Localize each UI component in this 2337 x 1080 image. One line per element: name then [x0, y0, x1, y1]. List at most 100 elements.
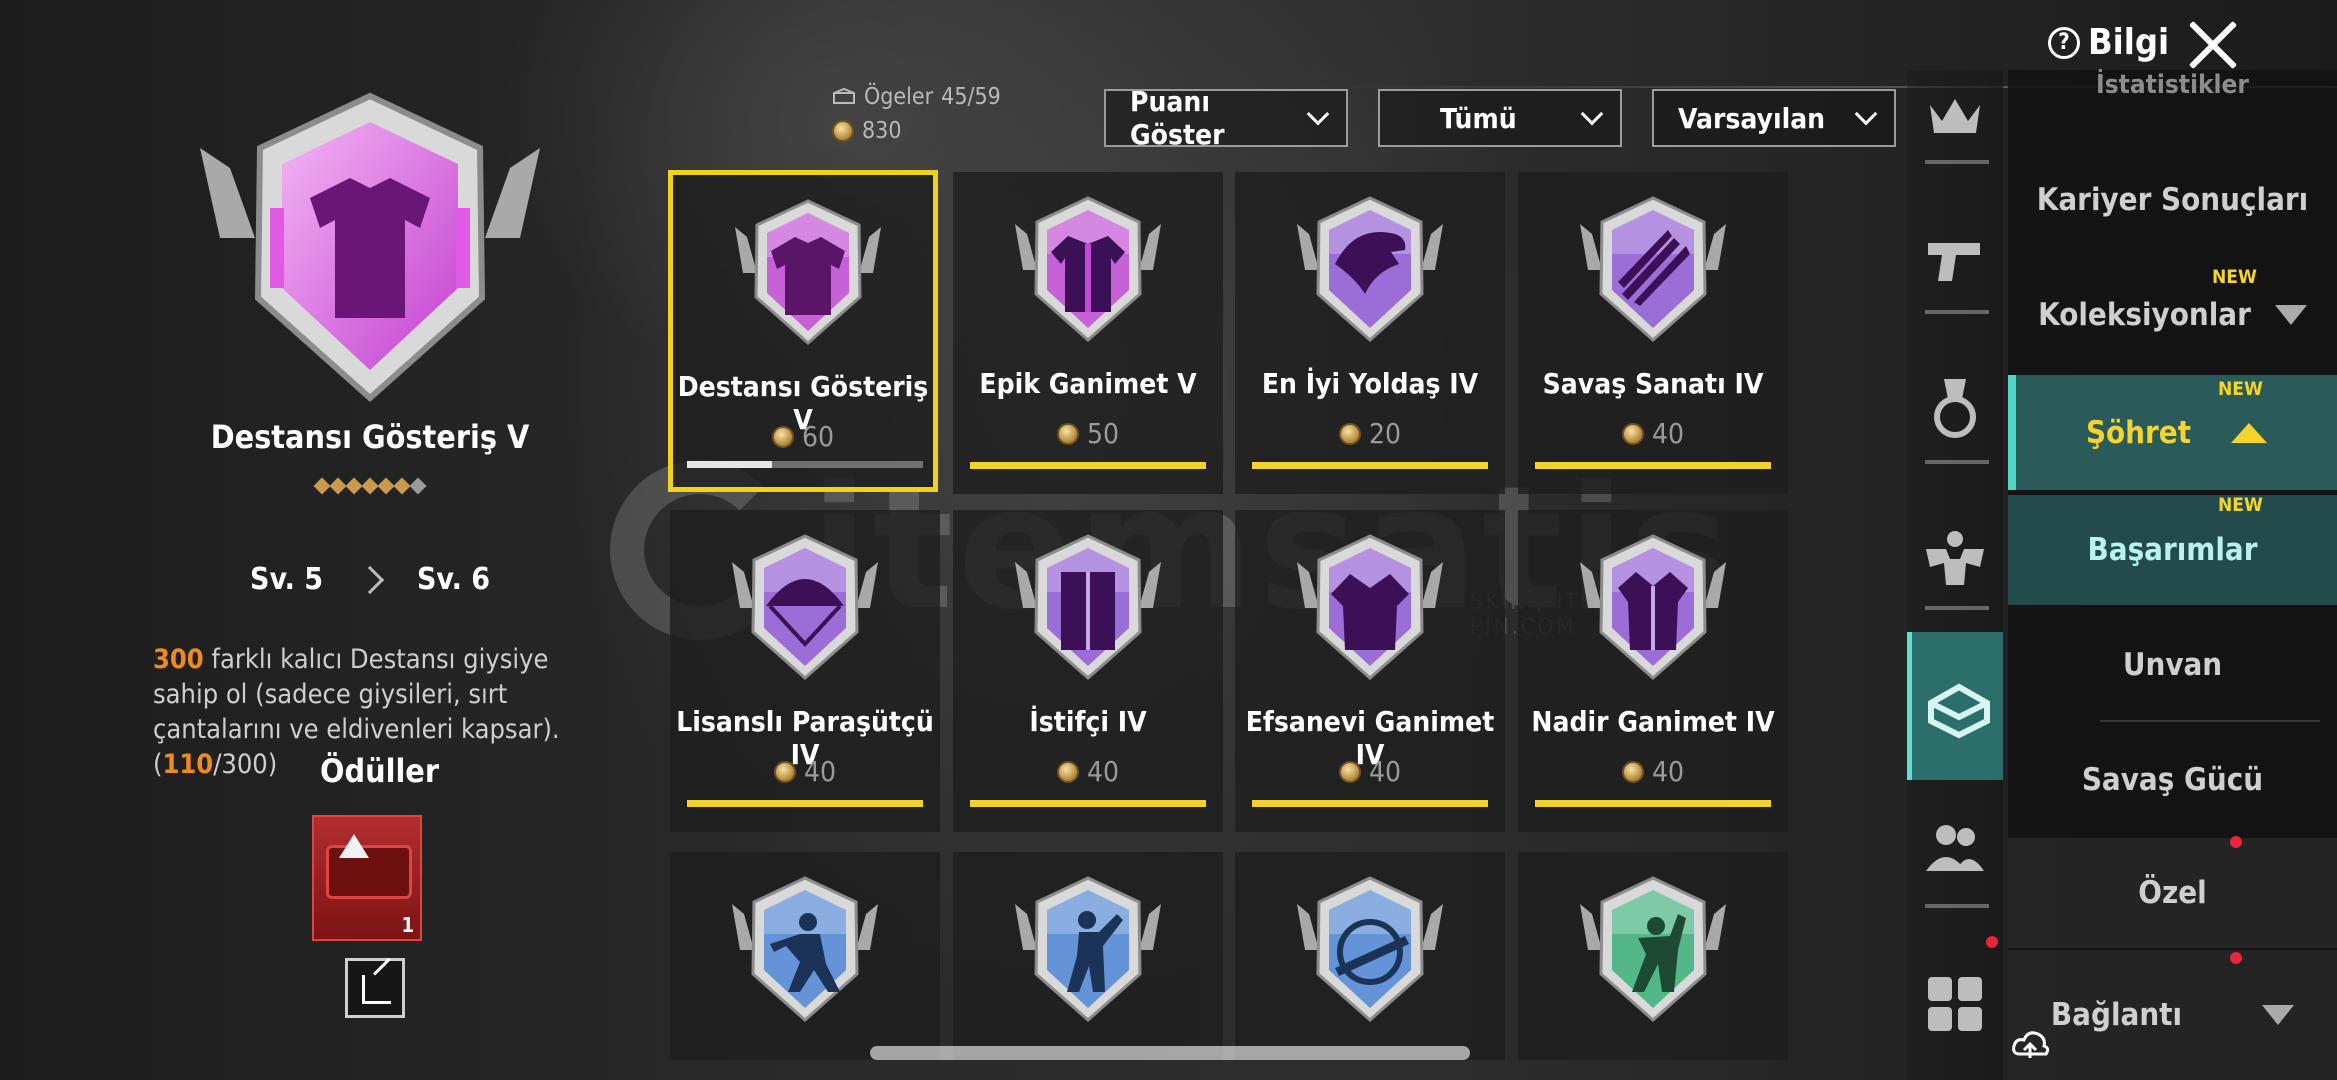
achievement-card[interactable]: Lisanslı Paraşütçü IV 40: [670, 510, 940, 832]
achievement-card[interactable]: [1235, 852, 1505, 1060]
progress-bar: [1252, 462, 1488, 469]
dancer-icon: [1015, 876, 1161, 1023]
coin-icon: [1338, 760, 1361, 783]
chest-icon: [833, 87, 855, 104]
coin-icon: [832, 120, 854, 142]
caret-down-icon: [2262, 1005, 2295, 1025]
achievement-name: Epik Ganimet V: [979, 367, 1197, 400]
sort-default-dropdown[interactable]: Varsayılan: [1652, 89, 1896, 147]
achievement-card[interactable]: Destansı Gösteriş V 60: [668, 170, 938, 492]
coin-icon: [771, 425, 794, 448]
cloud-upload-icon[interactable]: [2010, 1024, 2050, 1064]
shirt-icon: [1015, 196, 1161, 343]
medal-icon[interactable]: [1907, 360, 2003, 456]
achievement-name: En İyi Yoldaş IV: [1261, 367, 1479, 400]
notification-dot: [2230, 836, 2242, 848]
chevron-down-icon: [1580, 102, 1604, 126]
achievement-card[interactable]: [670, 852, 940, 1060]
next-level: Sv. 6: [416, 562, 490, 597]
pistol-icon[interactable]: [1907, 210, 2003, 306]
achievement-points: 40: [1518, 417, 1788, 450]
robe-icon: [1297, 534, 1443, 681]
filter-all-dropdown[interactable]: Tümü: [1378, 89, 1622, 147]
progress-bar: [970, 800, 1206, 807]
achievement-card[interactable]: Epik Ganimet V 50: [953, 172, 1223, 494]
achievement-points: 20: [1235, 417, 1505, 450]
achievement-card[interactable]: [953, 852, 1223, 1060]
new-badge: NEW: [2218, 378, 2263, 400]
claw-marks-icon: [1580, 196, 1726, 343]
scrollbar[interactable]: [870, 1046, 1470, 1060]
achievement-card[interactable]: [1518, 852, 1788, 1060]
achievement-card[interactable]: Efsanevi Ganimet IV 40: [1235, 510, 1505, 832]
progress-bar: [687, 800, 923, 807]
caret-up-icon: [2231, 422, 2268, 443]
sort-points-dropdown[interactable]: Puanı Göster: [1104, 85, 1348, 151]
collection-box-icon[interactable]: [1907, 632, 2003, 780]
caret-down-icon: [2274, 305, 2307, 325]
achievement-card[interactable]: En İyi Yoldaş IV 20: [1235, 172, 1505, 494]
menu-title[interactable]: Unvan: [2008, 610, 2337, 720]
level-progress: Sv. 5 Sv. 6: [250, 562, 490, 597]
menu-career-results[interactable]: Kariyer Sonuçları: [2008, 145, 2337, 255]
detail-title: Destansı Gösteriş V: [210, 418, 530, 456]
achievement-points: 40: [1235, 755, 1505, 788]
achievement-card[interactable]: Savaş Sanatı IV 40: [1518, 172, 1788, 494]
coin-icon: [1338, 422, 1361, 445]
achievement-name: Nadir Ganimet IV: [1531, 705, 1775, 738]
menu-connection[interactable]: Bağlantı: [2008, 950, 2337, 1080]
notification-dot: [2230, 952, 2242, 964]
coin-icon: [1056, 422, 1079, 445]
menu-fame[interactable]: Şöhret: [2008, 375, 2337, 490]
achievement-name: İstifçi IV: [1029, 705, 1147, 738]
menu-collections[interactable]: Koleksiyonlar: [2008, 260, 2337, 370]
chevron-down-icon: [1306, 102, 1330, 126]
new-badge: NEW: [2218, 494, 2263, 516]
friends-icon[interactable]: [1907, 800, 2003, 896]
reward-quantity: 1: [401, 913, 414, 937]
star-rating: [300, 477, 440, 495]
achievement-card[interactable]: Nadir Ganimet IV 40: [1518, 510, 1788, 832]
achievement-card[interactable]: İstifçi IV 40: [953, 510, 1223, 832]
eagle-icon: [1297, 196, 1443, 343]
achievement-points: 50: [953, 417, 1223, 450]
progress-bar: [1535, 462, 1771, 469]
items-counter: Ögeler 45/59: [832, 84, 1001, 110]
jacket-icon: [735, 199, 881, 346]
menu-combat-power[interactable]: Savaş Gücü: [2008, 725, 2337, 835]
coin-icon: [1056, 760, 1079, 783]
coin-icon: [1621, 422, 1644, 445]
points-counter: 830: [832, 118, 902, 144]
achievement-points: 40: [953, 755, 1223, 788]
progress-bar: [687, 461, 923, 468]
achievement-points: 60: [673, 420, 933, 453]
new-badge: NEW: [2212, 266, 2257, 288]
progress-bar: [970, 462, 1206, 469]
climber-icon: [1580, 876, 1726, 1023]
achievement-points: 40: [1518, 755, 1788, 788]
menu-special[interactable]: Özel: [2008, 838, 2337, 948]
menu-statistics[interactable]: İstatistikler: [2008, 40, 2337, 100]
coin-icon: [1621, 760, 1644, 783]
chevron-right-icon: [355, 565, 385, 594]
coat-icon: [1580, 534, 1726, 681]
progress-bar: [1535, 800, 1771, 807]
progress-bar: [1252, 800, 1488, 807]
reward-item[interactable]: 1: [312, 815, 422, 941]
menu-achievements[interactable]: Başarımlar: [2008, 495, 2337, 605]
muscle-icon[interactable]: [1907, 510, 2003, 606]
grid-menu-icon[interactable]: [1907, 956, 2003, 1052]
achievement-points: 40: [670, 755, 940, 788]
share-button[interactable]: [345, 958, 405, 1018]
fighter-icon: [732, 876, 878, 1023]
crosshair-rifle-icon: [1297, 876, 1443, 1023]
coin-icon: [773, 760, 796, 783]
crown-icon[interactable]: [1907, 70, 2003, 166]
parachute-icon: [732, 534, 878, 681]
outfit-crate-icon: [326, 845, 412, 899]
achievement-name: Savaş Sanatı IV: [1542, 367, 1764, 400]
selected-badge-icon: [200, 92, 540, 403]
current-level: Sv. 5: [250, 562, 324, 597]
notification-dot: [1986, 936, 1998, 948]
wardrobe-icon: [1015, 534, 1161, 681]
